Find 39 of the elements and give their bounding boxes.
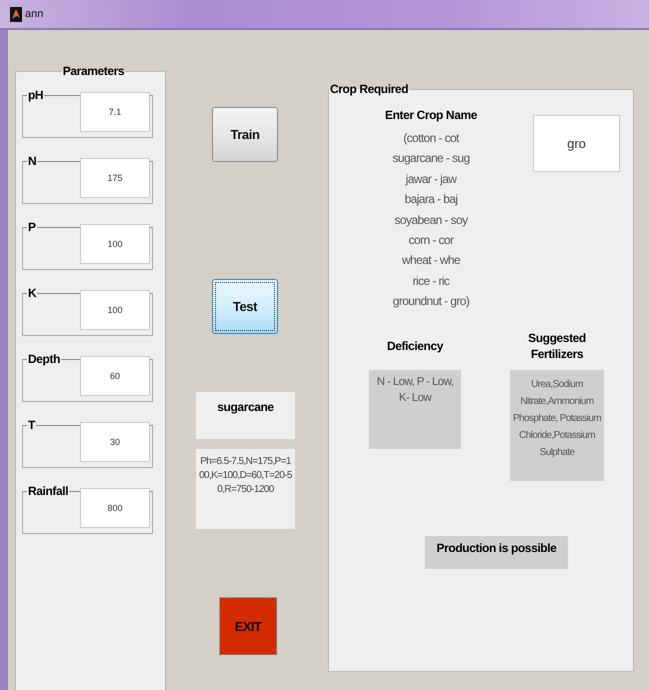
- parameter-label: K: [27, 286, 38, 300]
- parameter-field[interactable]: 175: [80, 158, 150, 198]
- crop-code: sugarcane - sug: [392, 150, 470, 168]
- panel-title: Crop Required: [329, 82, 410, 96]
- parameter-field[interactable]: 800: [80, 488, 150, 528]
- parameter-label: Rainfall: [27, 484, 70, 498]
- result-crop: sugarcane: [196, 392, 295, 439]
- window-title: ann: [25, 8, 44, 20]
- parameter-label: Depth: [27, 352, 61, 366]
- parameter-label: N: [27, 154, 38, 168]
- crop-code: rice - ric: [412, 272, 450, 290]
- result-ranges: Ph=6.5-7.5,N=175,P=100,K=100,D=60,T=20-50,R=750-1200: [196, 449, 295, 529]
- crop-code: groundnut - gro): [392, 293, 470, 310]
- parameter-label: pH: [27, 88, 44, 102]
- parameter-field[interactable]: 30: [80, 422, 150, 462]
- parameter-label: P: [27, 220, 37, 234]
- app-icon: [10, 6, 22, 22]
- parameter-field[interactable]: 100: [80, 290, 150, 330]
- crop-code: bajara - baj: [404, 191, 458, 208]
- deficiency-output: N - Low, P - Low, K- Low: [369, 370, 461, 449]
- crop-code: soyabean - soy: [394, 212, 468, 229]
- fertilizers-heading: Suggested Fertilizers: [527, 331, 587, 362]
- production-status: Production is possible: [425, 536, 568, 569]
- exit-button[interactable]: EXIT: [219, 597, 277, 655]
- crop-code: jawar - jaw: [406, 170, 456, 188]
- parameter-field[interactable]: 7.1: [80, 92, 150, 132]
- action-button[interactable]: Train: [212, 107, 278, 162]
- parameter-field[interactable]: 100: [80, 224, 150, 264]
- crop-code: wheat - whe: [402, 252, 460, 270]
- action-button[interactable]: Test: [212, 279, 278, 334]
- crop-input[interactable]: gro: [533, 115, 620, 172]
- panel-title: Parameters: [62, 64, 126, 78]
- parameter-field[interactable]: 60: [80, 356, 150, 396]
- fertilizers-output: Urea,Sodium Nitrate,Ammonium Phosphate, Potassium Chloride,Potassium Sulphate: [510, 370, 604, 481]
- crop-code: corn - cor: [408, 232, 454, 250]
- crop-code: (cotton - cot: [403, 130, 459, 147]
- parameter-label: T: [27, 418, 36, 432]
- prompt-label: Enter Crop Name: [384, 108, 478, 122]
- deficiency-heading: Deficiency: [386, 338, 444, 354]
